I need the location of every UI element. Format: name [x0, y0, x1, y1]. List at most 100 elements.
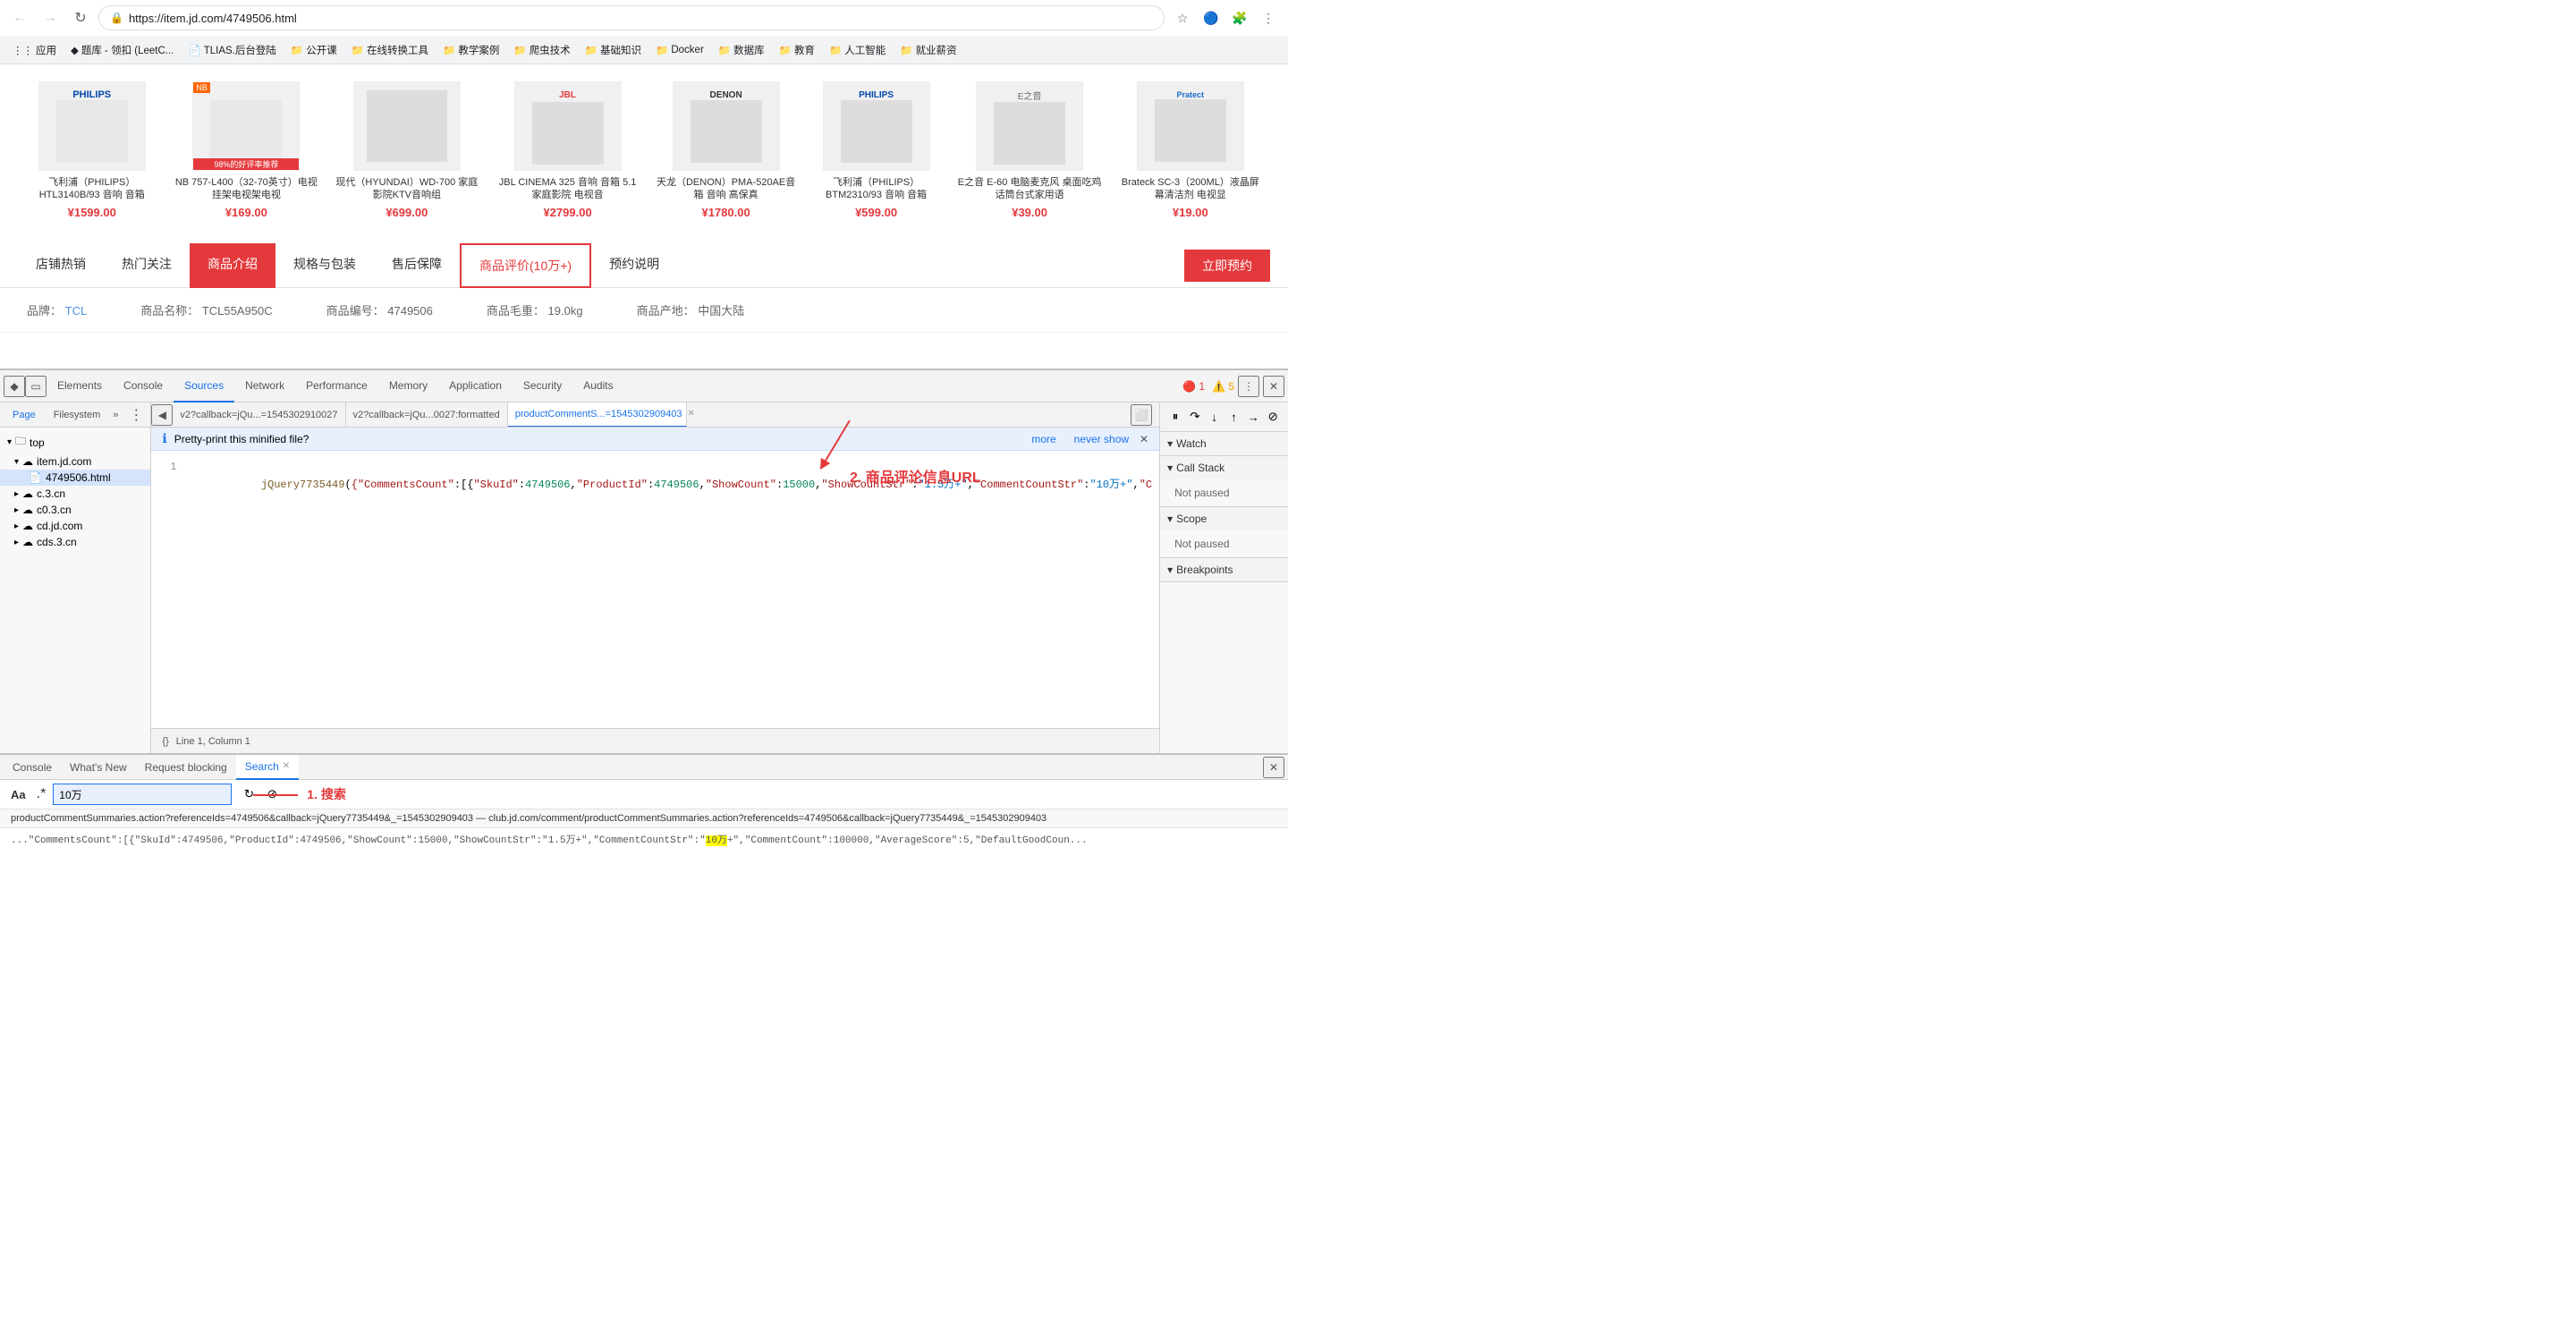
product-weight-label: 商品毛重： — [487, 304, 545, 318]
tree-item-html[interactable]: 📄 4749506.html — [0, 470, 150, 486]
bookmark-opencourse[interactable]: 📁 公开课 — [285, 40, 343, 60]
file-tree-tab-page[interactable]: Page — [7, 408, 41, 422]
bookmark-spider[interactable]: 📁 爬虫技术 — [508, 40, 575, 60]
more-link[interactable]: more — [1031, 433, 1055, 445]
product-image-5: PHILIPS — [823, 81, 930, 171]
tab-security[interactable]: Security — [513, 370, 572, 403]
extension-icon[interactable]: 🧩 — [1227, 5, 1252, 30]
file-tree-menu-icon[interactable]: ⋮ — [129, 406, 143, 424]
call-stack-value: Not paused — [1174, 487, 1229, 499]
editor-tab-0[interactable]: v2?callback=jQu...=1545302910027 — [173, 403, 345, 428]
product-brand-group: 品牌： TCL — [27, 301, 87, 318]
forward-button[interactable]: → — [38, 5, 63, 30]
search-input[interactable] — [53, 784, 232, 805]
tab-application[interactable]: Application — [438, 370, 513, 403]
tab-reservation[interactable]: 预约说明 — [591, 243, 677, 288]
tab-store-hot[interactable]: 店铺热销 — [18, 243, 104, 288]
bookmark-ai[interactable]: 📁 人工智能 — [824, 40, 891, 60]
tree-item-c3cn[interactable]: ▸ ☁ c.3.cn — [0, 486, 150, 502]
step-out-button[interactable]: ↑ — [1226, 406, 1242, 428]
bookmark-converter[interactable]: 📁 在线转换工具 — [346, 40, 434, 60]
tab-memory[interactable]: Memory — [378, 370, 438, 403]
tab-reviews[interactable]: 商品评价(10万+) — [460, 243, 591, 288]
breakpoints-header[interactable]: ▾ Breakpoints — [1160, 558, 1288, 581]
expand-icon-cds3: ▸ — [14, 538, 19, 547]
brand-label-7: Pratect — [1177, 90, 1205, 99]
bottom-tab-blocking[interactable]: Request blocking — [136, 755, 236, 780]
bookmark-edu[interactable]: 📁 教育 — [774, 40, 820, 60]
devtools-more-icon[interactable]: ⋮ — [1238, 376, 1259, 397]
back-button[interactable]: ← — [7, 5, 32, 30]
product-item-4[interactable]: DENON 天龙（DENON）PMA-520AE音箱 音响 高保真 ¥1780.… — [648, 73, 804, 234]
editor-tab-close-icon[interactable]: ✕ — [688, 409, 695, 419]
bookmark-tlias[interactable]: 📄 TLIAS.后台登陆 — [182, 40, 281, 60]
profile-icon-button[interactable]: 🔵 — [1199, 5, 1224, 30]
step-over-button[interactable]: ↷ — [1187, 406, 1203, 428]
never-show-link-text[interactable]: never show — [1074, 433, 1129, 445]
product-item-1[interactable]: NB 98%的好评率推荐 NB 757-L400（32-70英寸）电视挂架电视架… — [165, 73, 326, 234]
bookmark-apps[interactable]: ⋮⋮ 应用 — [7, 40, 62, 60]
bottom-panel-close-icon[interactable]: ✕ — [1263, 757, 1284, 778]
reserve-button[interactable]: 立即预约 — [1184, 250, 1270, 282]
search-bar: Aa .* ↻ ⊘ 1. 搜索 — [0, 780, 1288, 809]
tree-item-c03cn[interactable]: ▸ ☁ c0.3.cn — [0, 502, 150, 518]
address-bar[interactable]: 🔒 https://item.jd.com/4749506.html — [98, 5, 1165, 30]
pretty-print-close-icon[interactable]: ✕ — [1140, 433, 1148, 445]
product-item-0[interactable]: PHILIPS 飞利浦（PHILIPS）HTL3140B/93 音响 音箱 ¥1… — [18, 73, 165, 234]
devtools-inspect-icon[interactable]: ◆ — [4, 376, 25, 397]
devtools-device-icon[interactable]: ▭ — [25, 376, 47, 397]
tab-network[interactable]: Network — [234, 370, 295, 403]
pause-button[interactable]: ⏸ — [1167, 406, 1183, 428]
bookmark-teaching[interactable]: 📁 教学案例 — [437, 40, 504, 60]
bottom-tab-console[interactable]: Console — [4, 755, 61, 780]
product-item-3[interactable]: JBL JBL CINEMA 325 音响 音箱 5.1 家庭影院 电视音 ¥2… — [487, 73, 648, 234]
tab-performance[interactable]: Performance — [295, 370, 378, 403]
tab-product-intro[interactable]: 商品介绍 — [190, 243, 275, 288]
call-stack-header[interactable]: ▾ Call Stack — [1160, 456, 1288, 479]
deactivate-breakpoints-button[interactable]: ⊘ — [1265, 406, 1281, 428]
search-tab-close-icon[interactable]: ✕ — [283, 761, 290, 771]
lock-icon: 🔒 — [110, 12, 123, 24]
bookmark-docker[interactable]: 📁 Docker — [650, 41, 709, 59]
refresh-button[interactable]: ↻ — [68, 5, 93, 30]
file-tree-overflow-icon[interactable]: » — [113, 410, 118, 420]
tab-console[interactable]: Console — [113, 370, 174, 403]
product-image-4: DENON — [673, 81, 780, 171]
file-tree-tab-filesystem[interactable]: Filesystem — [48, 408, 106, 422]
tab-hot-attention[interactable]: 热门关注 — [104, 243, 190, 288]
editor-tab-2[interactable]: productCommentS...=1545302909403 ✕ — [508, 403, 687, 428]
tree-item-top[interactable]: ▾ 🗀 top — [0, 431, 150, 453]
tree-item-jd[interactable]: ▾ ☁ item.jd.com — [0, 453, 150, 470]
devtools-close-icon[interactable]: ✕ — [1263, 376, 1284, 397]
tree-item-cdjd[interactable]: ▸ ☁ cd.jd.com — [0, 518, 150, 534]
more-options-button[interactable]: ⋮ — [1256, 5, 1281, 30]
bookmark-leetcode[interactable]: ◆ 题库 - 领扣 (LeetC... — [65, 40, 179, 60]
product-item-6[interactable]: E之音 E之音 E-60 电脑麦克风 桌面吃鸡话筒台式家用语 ¥39.00 — [949, 73, 1111, 234]
annotation-arrow-1 — [253, 794, 298, 796]
product-price-5: ¥599.00 — [812, 206, 941, 219]
tab-spec[interactable]: 规格与包装 — [275, 243, 374, 288]
watch-section-header[interactable]: ▾ Watch — [1160, 432, 1288, 455]
tab-elements[interactable]: Elements — [47, 370, 113, 403]
tab-audits[interactable]: Audits — [572, 370, 623, 403]
tree-item-cds3cn[interactable]: ▸ ☁ cds.3.cn — [0, 534, 150, 550]
step-into-button[interactable]: ↓ — [1207, 406, 1223, 428]
product-item-7[interactable]: Pratect Brateck SC-3（200ML）液晶屏幕清洁剂 电视显 ¥… — [1111, 73, 1270, 234]
bookmark-star-button[interactable]: ☆ — [1170, 5, 1195, 30]
product-item-5[interactable]: PHILIPS 飞利浦（PHILIPS）BTM2310/93 音响 音箱 ¥59… — [804, 73, 949, 234]
product-price-4: ¥1780.00 — [657, 206, 796, 219]
editor-expand-icon[interactable]: ⬜ — [1131, 404, 1152, 426]
scope-header[interactable]: ▾ Scope — [1160, 507, 1288, 530]
editor-nav-back-icon[interactable]: ◀ — [151, 404, 173, 426]
product-item-2[interactable]: 现代（HYUNDAI）WD-700 家庭影院KTV音响组 ¥699.00 — [326, 73, 487, 234]
step-button[interactable]: → — [1245, 406, 1261, 428]
editor-tab-1[interactable]: v2?callback=jQu...0027:formatted — [346, 403, 508, 428]
bottom-tab-search[interactable]: Search ✕ — [236, 755, 299, 780]
tab-sources[interactable]: Sources — [174, 370, 234, 403]
bookmark-db[interactable]: 📁 数据库 — [713, 40, 770, 60]
bookmark-salary[interactable]: 📁 就业薪资 — [894, 40, 962, 60]
bookmark-basics[interactable]: 📁 基础知识 — [580, 40, 647, 60]
bottom-tab-whatsnew[interactable]: What's New — [61, 755, 136, 780]
browser-chrome: ← → ↻ 🔒 https://item.jd.com/4749506.html… — [0, 0, 1288, 64]
tab-after-sales[interactable]: 售后保障 — [374, 243, 460, 288]
